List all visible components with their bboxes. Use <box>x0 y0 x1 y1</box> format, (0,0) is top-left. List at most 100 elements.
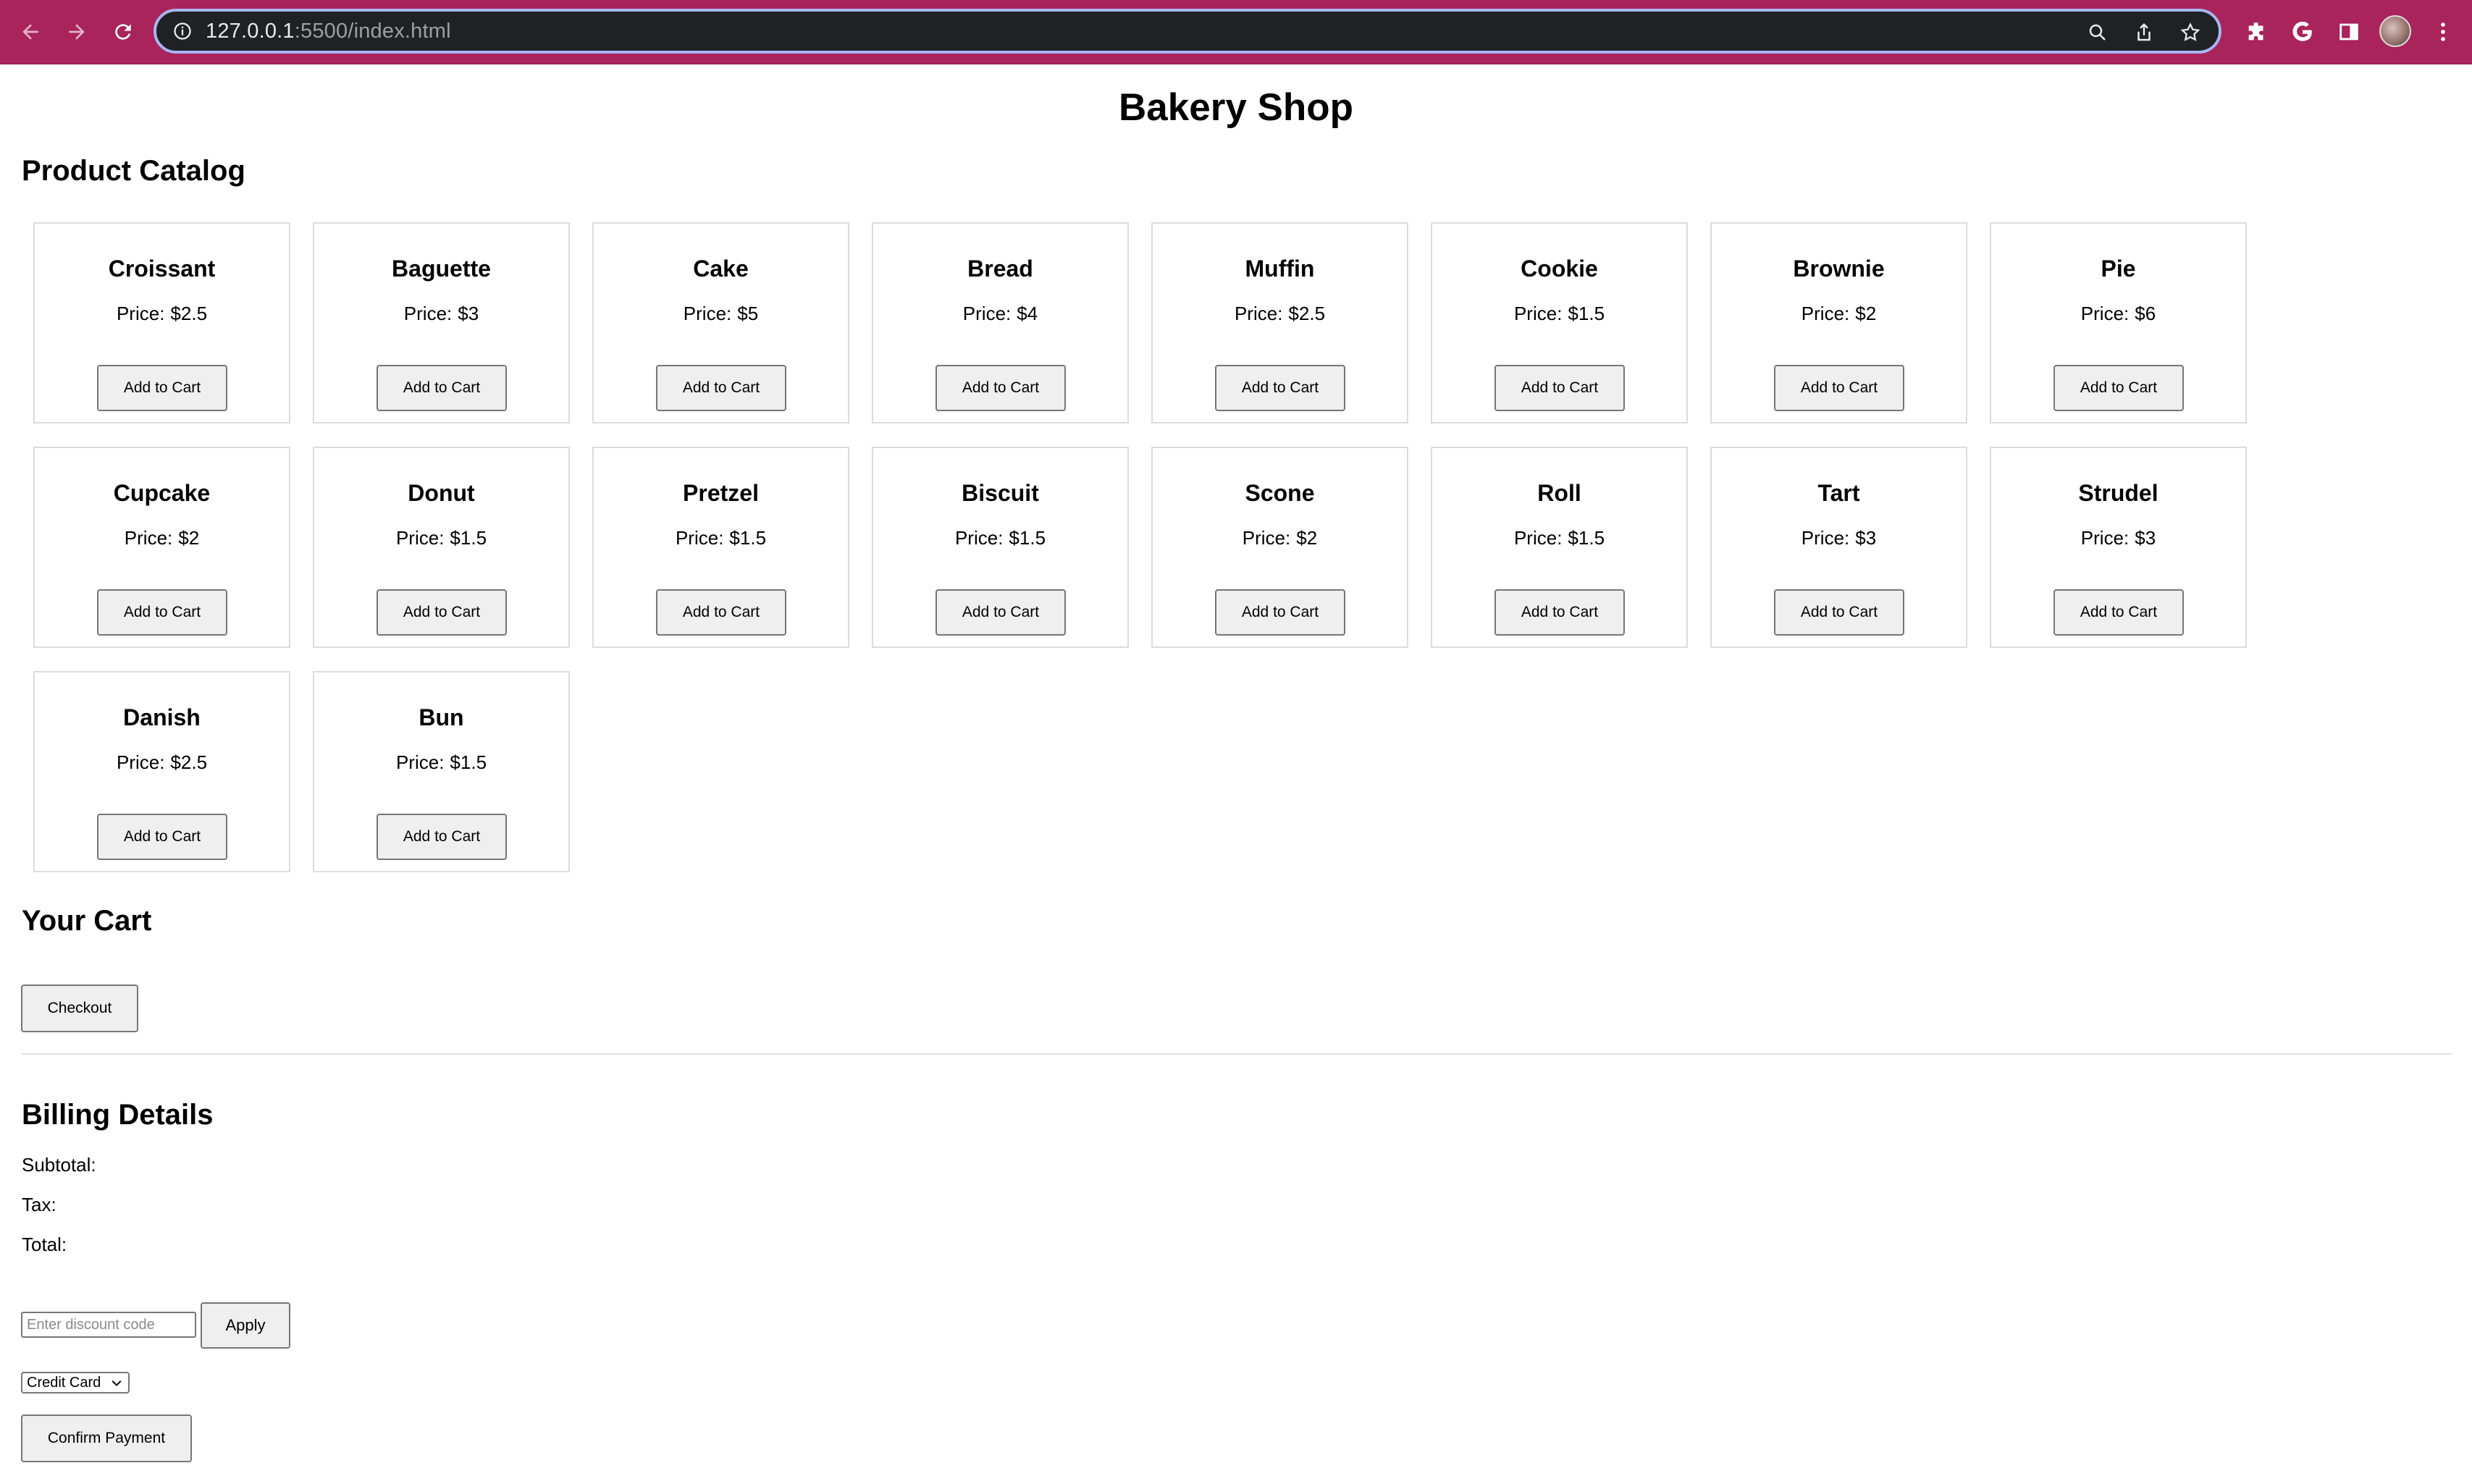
google-g-icon[interactable] <box>2287 16 2318 48</box>
price-value: $2 <box>1296 527 1318 549</box>
address-bar[interactable]: 127.0.0.1:5500/index.html <box>154 9 2221 54</box>
subtotal-label: Subtotal: <box>22 1154 96 1176</box>
puzzle-icon[interactable] <box>2241 16 2273 48</box>
price-label: Price: <box>1242 527 1291 549</box>
price-value: $2.5 <box>170 303 208 324</box>
info-icon[interactable] <box>172 21 193 41</box>
product-name: Bread <box>967 256 1033 282</box>
add-to-cart-button[interactable]: Add to Cart <box>936 365 1066 411</box>
product-card: Cake Price: $5 Add to Cart <box>592 222 849 423</box>
product-card: Bun Price: $1.5 Add to Cart <box>313 671 570 872</box>
add-to-cart-button[interactable]: Add to Cart <box>936 589 1066 636</box>
add-to-cart-button[interactable]: Add to Cart <box>377 814 507 860</box>
add-to-cart-button[interactable]: Add to Cart <box>1215 589 1345 636</box>
side-panel-icon[interactable] <box>2333 16 2365 48</box>
price-value: $1.5 <box>450 527 487 549</box>
url-host: 127.0.0.1 <box>206 20 295 43</box>
price-label: Price: <box>1234 303 1283 324</box>
product-price: Price: $3 <box>1712 526 1966 549</box>
product-name: Donut <box>408 480 475 506</box>
discount-code-input[interactable] <box>21 1312 196 1338</box>
payment-method-value: Credit Card <box>27 1375 101 1391</box>
reload-icon[interactable] <box>104 13 142 51</box>
product-name: Pretzel <box>683 480 759 506</box>
add-to-cart-button[interactable]: Add to Cart <box>1215 365 1345 411</box>
add-to-cart-button[interactable]: Add to Cart <box>1774 589 1904 636</box>
product-price: Price: $2 <box>1153 526 1407 549</box>
product-price: Price: $3 <box>1991 526 2245 549</box>
kebab-menu-icon[interactable] <box>2427 16 2459 48</box>
product-card: Cookie Price: $1.5 Add to Cart <box>1431 222 1688 423</box>
product-card: Strudel Price: $3 Add to Cart <box>1990 447 2247 648</box>
product-name: Cookie <box>1521 256 1598 282</box>
price-value: $1.5 <box>729 527 767 549</box>
product-price: Price: $1.5 <box>594 526 848 549</box>
add-to-cart-button[interactable]: Add to Cart <box>97 365 227 411</box>
add-to-cart-button[interactable]: Add to Cart <box>377 589 507 636</box>
divider <box>22 1053 2452 1055</box>
product-name: Cupcake <box>113 480 211 506</box>
product-card: Scone Price: $2 Add to Cart <box>1151 447 1408 648</box>
checkout-button[interactable]: Checkout <box>21 985 138 1032</box>
price-label: Price: <box>124 527 173 549</box>
payment-method-select[interactable]: Credit Card <box>21 1372 130 1394</box>
add-to-cart-button[interactable]: Add to Cart <box>377 365 507 411</box>
price-label: Price: <box>116 751 165 773</box>
product-price: Price: $6 <box>1991 302 2245 325</box>
product-name: Roll <box>1537 480 1581 506</box>
add-to-cart-button[interactable]: Add to Cart <box>2053 589 2184 636</box>
price-label: Price: <box>675 527 724 549</box>
forward-arrow-icon[interactable] <box>58 13 96 51</box>
add-to-cart-button[interactable]: Add to Cart <box>2053 365 2184 411</box>
product-card: Biscuit Price: $1.5 Add to Cart <box>872 447 1129 648</box>
product-card: Muffin Price: $2.5 Add to Cart <box>1151 222 1408 423</box>
add-to-cart-button[interactable]: Add to Cart <box>656 589 786 636</box>
share-icon[interactable] <box>2132 20 2156 45</box>
price-label: Price: <box>2080 303 2130 324</box>
product-name: Croissant <box>108 256 216 282</box>
product-price: Price: $1.5 <box>1432 302 1686 325</box>
price-label: Price: <box>683 303 732 324</box>
price-label: Price: <box>116 303 165 324</box>
add-to-cart-button[interactable]: Add to Cart <box>1494 365 1625 411</box>
price-label: Price: <box>395 527 445 549</box>
product-price: Price: $3 <box>314 302 568 325</box>
magnifier-icon[interactable] <box>2085 20 2110 45</box>
price-value: $3 <box>1855 527 1877 549</box>
price-value: $2 <box>178 527 200 549</box>
price-label: Price: <box>403 303 453 324</box>
product-price: Price: $2 <box>35 526 289 549</box>
add-to-cart-button[interactable]: Add to Cart <box>97 589 227 636</box>
price-label: Price: <box>1513 303 1563 324</box>
product-name: Pie <box>2101 256 2136 282</box>
product-name: Strudel <box>2078 480 2158 506</box>
price-label: Price: <box>962 303 1012 324</box>
price-value: $1.5 <box>450 751 487 773</box>
add-to-cart-button[interactable]: Add to Cart <box>656 365 786 411</box>
browser-toolbar: 127.0.0.1:5500/index.html <box>0 0 2472 64</box>
product-grid: Croissant Price: $2.5 Add to Cart Baguette Pr… <box>33 222 2278 872</box>
price-value: $4 <box>1017 303 1038 324</box>
avatar[interactable] <box>2379 15 2411 47</box>
product-card: Danish Price: $2.5 Add to Cart <box>33 671 290 872</box>
add-to-cart-button[interactable]: Add to Cart <box>1494 589 1625 636</box>
product-price: Price: $2.5 <box>35 302 289 325</box>
price-value: $2 <box>1855 303 1877 324</box>
product-card: Tart Price: $3 Add to Cart <box>1710 447 1967 648</box>
apply-discount-button[interactable]: Apply <box>201 1302 290 1349</box>
product-name: Cake <box>693 256 749 282</box>
confirm-payment-button[interactable]: Confirm Payment <box>21 1415 192 1462</box>
star-icon[interactable] <box>2178 20 2203 45</box>
tax-label: Tax: <box>22 1194 56 1215</box>
price-value: $6 <box>2135 303 2156 324</box>
page-content: Bakery Shop Product Catalog Croissant Pri… <box>0 64 2472 1484</box>
product-price: Price: $1.5 <box>873 526 1127 549</box>
price-value: $2.5 <box>1288 303 1326 324</box>
page-title: Bakery Shop <box>1118 86 1353 129</box>
add-to-cart-button[interactable]: Add to Cart <box>97 814 227 860</box>
product-card: Cupcake Price: $2 Add to Cart <box>33 447 290 648</box>
back-arrow-icon[interactable] <box>12 13 49 51</box>
price-value: $1.5 <box>1568 303 1605 324</box>
product-price: Price: $2 <box>1712 302 1966 325</box>
add-to-cart-button[interactable]: Add to Cart <box>1774 365 1904 411</box>
